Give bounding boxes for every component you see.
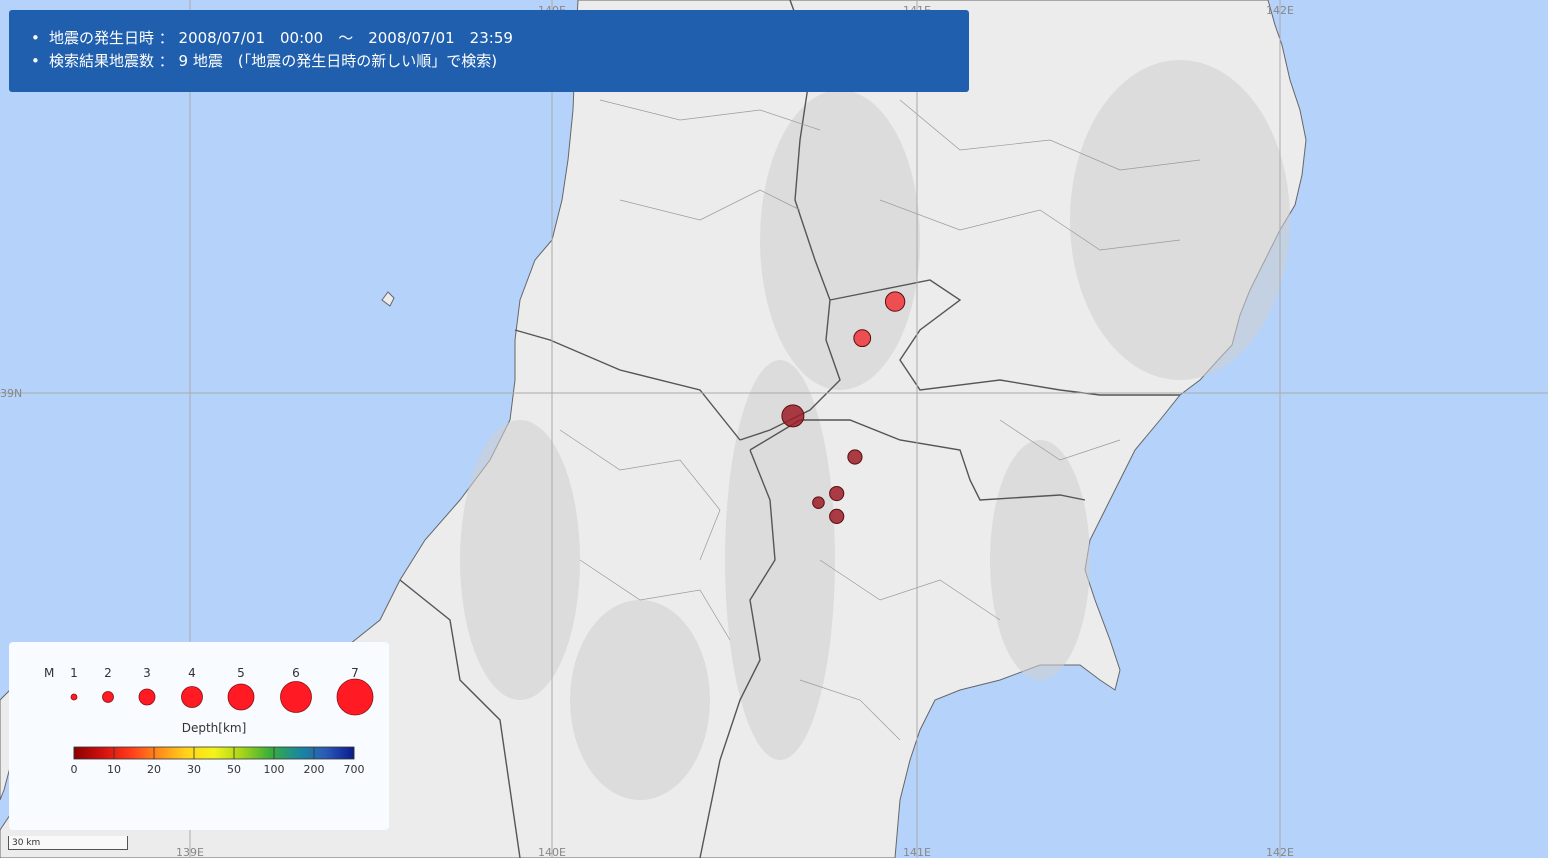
legend-depth-scale: 0 10 20 30 50 100 200 700 xyxy=(71,746,365,776)
earthquake-marker[interactable] xyxy=(847,449,863,465)
legend-depth-tick-label: 100 xyxy=(264,763,285,776)
legend-magnitude-scale: 1 2 3 4 5 6 7 xyxy=(70,666,374,716)
legend-depth-tick-label: 10 xyxy=(107,763,121,776)
legend-mag-circle xyxy=(138,688,156,706)
search-info-panel: 地震の発生日時 ： 2008/07/01 00:00 ～ 2008/07/01 … xyxy=(9,10,969,92)
earthquake-marker[interactable] xyxy=(781,404,805,428)
legend-depth-title: Depth[km] xyxy=(182,721,247,735)
info-result-count: 検索結果地震数 ： 9 地震 (「地震の発生日時の新しい順」で検索) xyxy=(31,50,969,73)
legend-mag-label: 6 xyxy=(292,666,300,680)
earthquake-marker[interactable] xyxy=(829,508,845,524)
legend-mag-label: 2 xyxy=(104,666,112,680)
legend-mag-label: 4 xyxy=(188,666,196,680)
legend-mag-circle xyxy=(336,678,374,716)
legend-mag-circle xyxy=(70,693,78,701)
legend-graphic: M 1 2 3 4 5 6 7 Depth[km] 0 10 20 30 50 100 200 700 xyxy=(44,666,374,776)
legend-mag-circle xyxy=(181,686,203,708)
grid-label-141e-bottom: 141E xyxy=(903,846,931,858)
legend-mag-circle xyxy=(227,683,255,711)
legend-depth-tick-label: 30 xyxy=(187,763,201,776)
legend-mag-title: M xyxy=(44,666,54,680)
grid-label-39n: 39N xyxy=(0,387,22,400)
grid-label-139e-bottom: 139E xyxy=(176,846,204,858)
info-date-range: 地震の発生日時 ： 2008/07/01 00:00 ～ 2008/07/01 … xyxy=(31,27,969,50)
legend-mag-label: 1 xyxy=(70,666,78,680)
legend-mag-label: 7 xyxy=(351,666,359,680)
legend-mag-label: 3 xyxy=(143,666,151,680)
scale-bar: 30 km xyxy=(8,836,128,850)
legend-depth-tick-label: 20 xyxy=(147,763,161,776)
grid-label-142e-bottom: 142E xyxy=(1266,846,1294,858)
legend-depth-colorbar xyxy=(73,746,355,760)
legend-mag-circle xyxy=(280,681,312,713)
legend-depth-tick-label: 700 xyxy=(344,763,365,776)
earthquake-marker[interactable] xyxy=(812,496,825,509)
legend-depth-tick-label: 200 xyxy=(304,763,325,776)
legend-mag-circle xyxy=(102,691,114,703)
earthquake-marker[interactable] xyxy=(829,485,845,502)
legend-depth-tick-label: 0 xyxy=(71,763,78,776)
legend-panel: M 1 2 3 4 5 6 7 Depth[km] 0 10 20 30 50 100 200 700 xyxy=(9,642,389,830)
legend-depth-tick-label: 50 xyxy=(227,763,241,776)
earthquake-marker[interactable] xyxy=(884,291,906,312)
earthquake-marker[interactable] xyxy=(853,329,872,348)
grid-label-142e-top: 142E xyxy=(1266,4,1294,17)
legend-mag-label: 5 xyxy=(237,666,245,680)
grid-label-140e-bottom: 140E xyxy=(538,846,566,858)
